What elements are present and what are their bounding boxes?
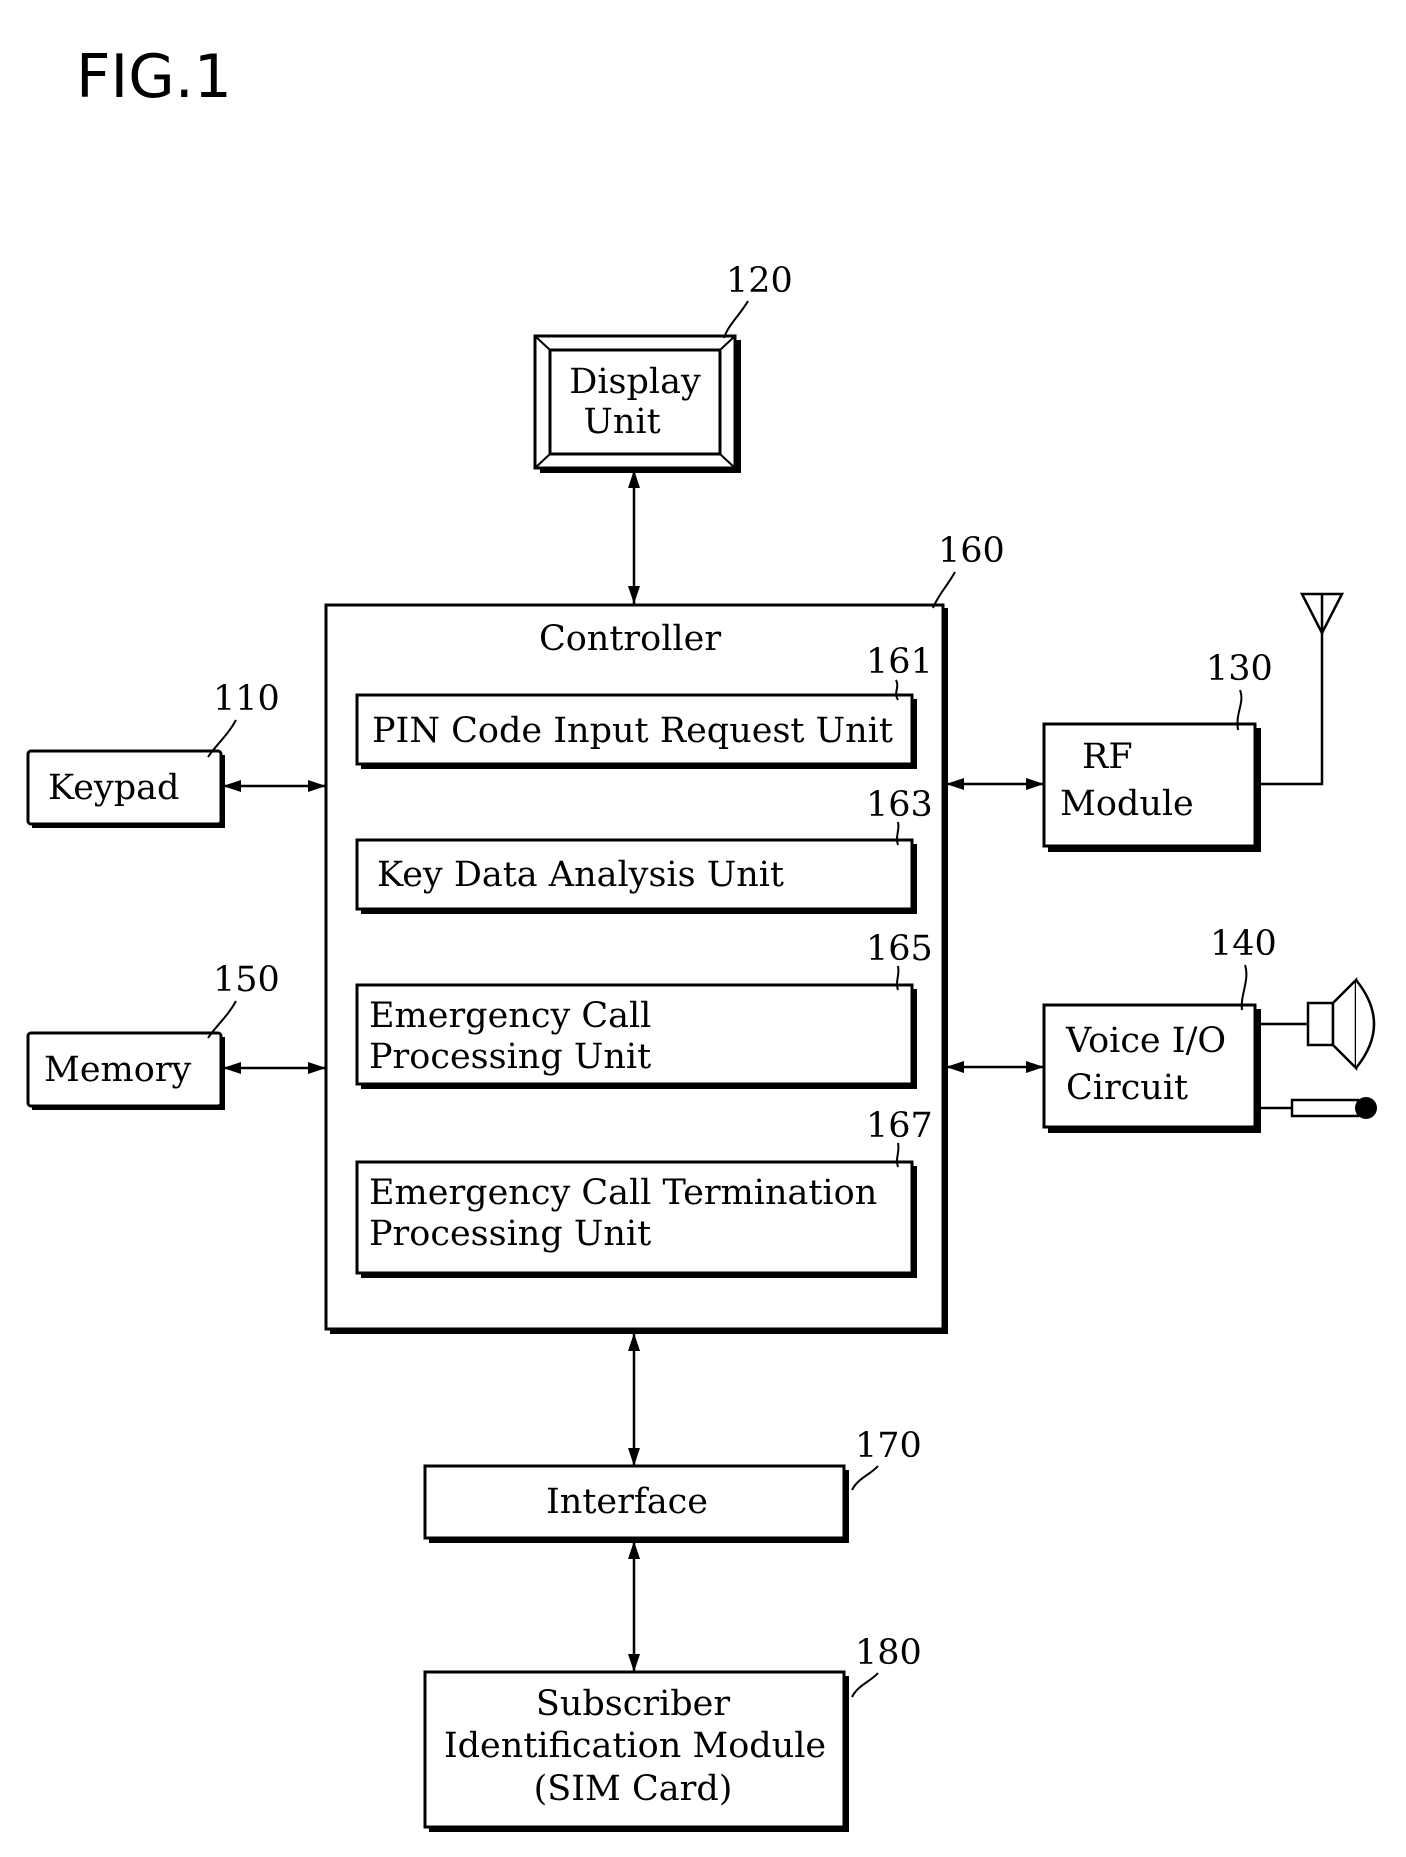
arrowhead-memory [223, 1062, 241, 1074]
interface-ref: 170 [855, 1426, 922, 1466]
controller-ref: 160 [938, 531, 1005, 571]
memory-block: Memory 150 [26, 960, 280, 1110]
interface-leader [851, 1465, 879, 1491]
arrowhead-voice [1026, 1061, 1044, 1073]
sim-label-line2: Identification Module [444, 1726, 826, 1766]
key-data-unit-ref: 163 [866, 785, 933, 825]
sim-label-line1: Subscriber [536, 1684, 731, 1724]
display-unit-ref: 120 [726, 261, 793, 301]
arrowhead-interface [628, 1541, 640, 1559]
sim-label-line3: (SIM Card) [534, 1769, 733, 1809]
keypad-leader [207, 719, 237, 758]
rf-module-label-line1: RF [1082, 737, 1133, 777]
display-unit-label-line2: Unit [583, 402, 660, 442]
memory-ref: 150 [213, 960, 280, 1000]
arrowhead-controller [308, 780, 326, 792]
interface-label: Interface [546, 1482, 708, 1522]
voice-io-label-line2: Circuit [1066, 1068, 1188, 1108]
ecpu-ref: 165 [866, 929, 933, 969]
keypad-label: Keypad [48, 768, 179, 808]
microphone-icon [1290, 1097, 1377, 1119]
arrowhead-rf [1026, 778, 1044, 790]
memory-label: Memory [44, 1050, 192, 1090]
rf-module-label-line2: Module [1060, 784, 1194, 824]
arrowhead-controller [308, 1062, 326, 1074]
arrowhead-sim [628, 1654, 640, 1672]
controller-block: Controller 160 PIN Code Input Request Un… [324, 531, 1005, 1334]
controller-title: Controller [539, 619, 721, 659]
ectpu-label-line2: Processing Unit [369, 1214, 651, 1254]
pin-unit-ref: 161 [866, 642, 933, 682]
display-unit-leader [723, 300, 749, 339]
ecpu-label-line2: Processing Unit [369, 1037, 651, 1077]
arrowhead-controller [946, 1061, 964, 1073]
antenna-icon [1299, 592, 1345, 636]
rf-module-ref: 130 [1206, 649, 1273, 689]
figure-title: FIG.1 [76, 42, 232, 112]
ectpu-label-line1: Emergency Call Termination [369, 1173, 877, 1213]
ectpu-ref: 167 [866, 1106, 933, 1146]
voice-io-circuit-block: Voice I/O Circuit 140 [1042, 924, 1377, 1133]
display-unit-block: Display Unit 120 [533, 261, 793, 473]
pin-unit-label: PIN Code Input Request Unit [372, 711, 893, 751]
display-unit-label-line1: Display [569, 362, 701, 402]
rf-module-block: RF Module 130 [1042, 592, 1345, 852]
interface-block: Interface 170 [423, 1426, 922, 1543]
key-data-unit-label: Key Data Analysis Unit [377, 855, 784, 895]
speaker-icon [1306, 976, 1376, 1072]
sim-card-block: Subscriber Identification Module (SIM Ca… [423, 1633, 922, 1832]
keypad-ref: 110 [213, 679, 280, 719]
sim-leader [851, 1672, 879, 1698]
voice-io-label-line1: Voice I/O [1065, 1021, 1226, 1061]
controller-leader [932, 571, 956, 609]
arrowhead-controller [628, 586, 640, 604]
memory-leader [207, 1000, 237, 1039]
voice-io-leader [1240, 964, 1248, 1011]
arrowhead-controller [628, 1333, 640, 1351]
arrowhead-keypad [223, 780, 241, 792]
voice-io-ref: 140 [1210, 924, 1277, 964]
sim-ref: 180 [855, 1633, 922, 1673]
arrowhead-interface [628, 1448, 640, 1466]
keypad-block: Keypad 110 [26, 679, 280, 828]
arrowhead-controller [946, 778, 964, 790]
block-diagram: FIG.1 Display Unit 120 Controller 160 PI… [26, 42, 1377, 1832]
ecpu-label-line1: Emergency Call [369, 996, 651, 1036]
